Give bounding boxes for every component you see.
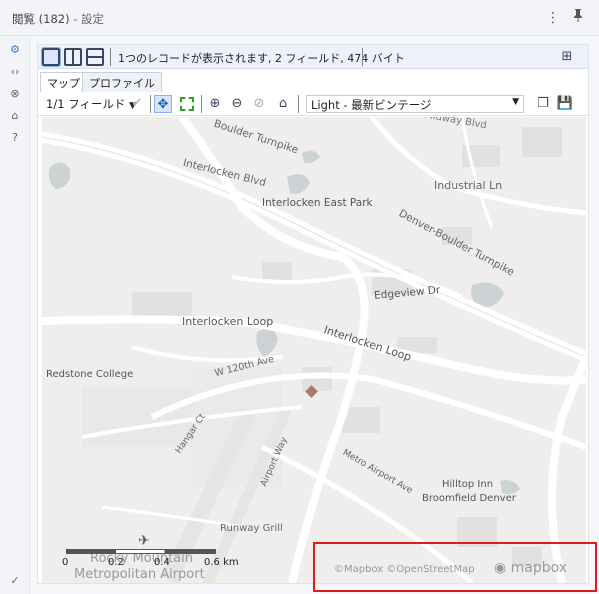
- map-label: Interlocken East Park: [262, 197, 373, 209]
- pin-icon[interactable]: [568, 8, 588, 28]
- map-label: Interlocken Loop: [182, 315, 274, 328]
- field-selector[interactable]: 1/1 フィールド ▼: [46, 96, 136, 112]
- scale-label: 0.4: [154, 557, 170, 568]
- highlight-box: [313, 542, 597, 592]
- home-icon[interactable]: ⌂: [274, 95, 292, 113]
- chevron-down-icon: ▼: [512, 97, 519, 107]
- browse-window: 閲覧 (182) - 設定 ⋮ ⚙ ‹› ⊗ ⌂ ? ✓ 1つのレコードが表示さ…: [0, 0, 599, 594]
- airport-icon: ✈: [138, 533, 150, 549]
- zoom-out-icon[interactable]: ⊖: [228, 95, 246, 113]
- scale-label: 0: [62, 557, 69, 568]
- split-vertical-button[interactable]: [64, 48, 82, 66]
- map-label: Broomfield Denver: [422, 493, 516, 504]
- toolbar-divider: [150, 95, 151, 113]
- tab-map[interactable]: マップ: [40, 72, 87, 92]
- toolbar-divider: [298, 95, 299, 113]
- zoom-to-selection-icon[interactable]: ⊘: [250, 95, 268, 113]
- table-options-icon[interactable]: ⊞: [558, 48, 576, 66]
- left-sidebar: ⚙ ‹› ⊗ ⌂ ? ✓: [0, 37, 30, 594]
- map-label: Metropolitan Airport: [74, 567, 205, 582]
- map-style-label: Light - 最新ビンテージ: [311, 98, 432, 112]
- split-horizontal-button[interactable]: [86, 48, 104, 66]
- toolbar-divider: [110, 48, 111, 66]
- toolbar-divider: [362, 48, 363, 66]
- map-label: Redstone College: [46, 369, 134, 380]
- window-title: 閲覧 (182) - 設定: [12, 11, 104, 27]
- copy-icon[interactable]: ❐: [534, 95, 552, 113]
- more-options-icon[interactable]: ⋮: [543, 8, 563, 28]
- map-graphics: ✈: [42, 117, 586, 583]
- title-bar: 閲覧 (182) - 設定 ⋮: [0, 0, 599, 36]
- field-selector-label: 1/1 フィールド: [46, 97, 126, 111]
- map-canvas[interactable]: ✈ Midway Blvd Boulder Turnpike Interlock…: [42, 117, 586, 583]
- scale-label: 0.2: [108, 557, 124, 568]
- tag-icon[interactable]: ⌂: [6, 107, 24, 125]
- map-label: Hilltop Inn: [442, 479, 494, 490]
- scale-label: 0.6 km: [204, 557, 239, 568]
- map-toolbar: 1/1 フィールド ▼ ✔ ✥ ⊕ ⊖ ⊘ ⌂ Light - 最新ビンテージ …: [38, 92, 588, 116]
- save-icon[interactable]: 💾: [556, 95, 574, 113]
- browse-content: 1つのレコードが表示されます, 2 フィールド, 474 バイト ⊞ マップ プ…: [37, 44, 589, 584]
- single-view-button[interactable]: [41, 47, 61, 67]
- check-circle-icon[interactable]: ✓: [6, 572, 24, 590]
- map-label: Industrial Ln: [434, 179, 503, 192]
- toolbar-divider: [201, 95, 202, 113]
- help-icon[interactable]: ?: [6, 129, 24, 147]
- check-icon[interactable]: ✔: [128, 95, 146, 113]
- select-rectangle-icon[interactable]: [178, 95, 196, 113]
- map-style-selector[interactable]: Light - 最新ビンテージ ▼: [306, 95, 524, 113]
- title-subtitle: - 設定: [73, 12, 105, 26]
- settings-gear-icon[interactable]: ⚙: [6, 41, 24, 59]
- code-icon[interactable]: ‹›: [6, 63, 24, 81]
- zoom-in-icon[interactable]: ⊕: [206, 95, 224, 113]
- variable-icon[interactable]: ⊗: [6, 85, 24, 103]
- map-label: Runway Grill: [220, 523, 283, 534]
- tab-strip: マップ プロファイル: [38, 70, 588, 92]
- record-toolbar: 1つのレコードが表示されます, 2 フィールド, 474 バイト ⊞: [38, 45, 588, 69]
- scale-bar: [66, 549, 216, 554]
- pan-icon[interactable]: ✥: [154, 95, 172, 113]
- tab-profile[interactable]: プロファイル: [82, 72, 162, 92]
- title-text: 閲覧 (182): [12, 12, 70, 26]
